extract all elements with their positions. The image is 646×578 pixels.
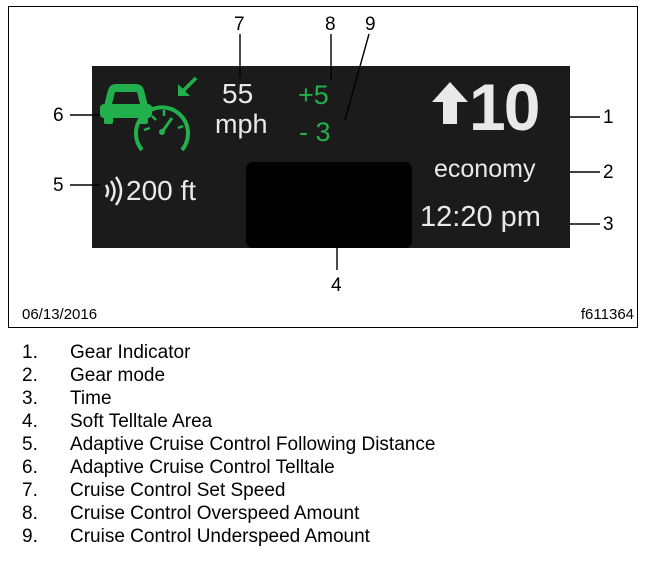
callout-1: 1 <box>603 107 614 128</box>
callout-8: 8 <box>325 14 336 35</box>
callout-6: 6 <box>53 105 64 126</box>
callout-3: 3 <box>603 214 614 235</box>
callout-7: 7 <box>234 14 245 35</box>
callout-2: 2 <box>603 162 614 183</box>
figure-date: 06/13/2016 <box>22 306 98 323</box>
callout-4: 4 <box>331 275 342 296</box>
figure-id: f611364 <box>580 306 634 323</box>
callout-9: 9 <box>365 14 376 35</box>
callout-5: 5 <box>53 175 64 196</box>
